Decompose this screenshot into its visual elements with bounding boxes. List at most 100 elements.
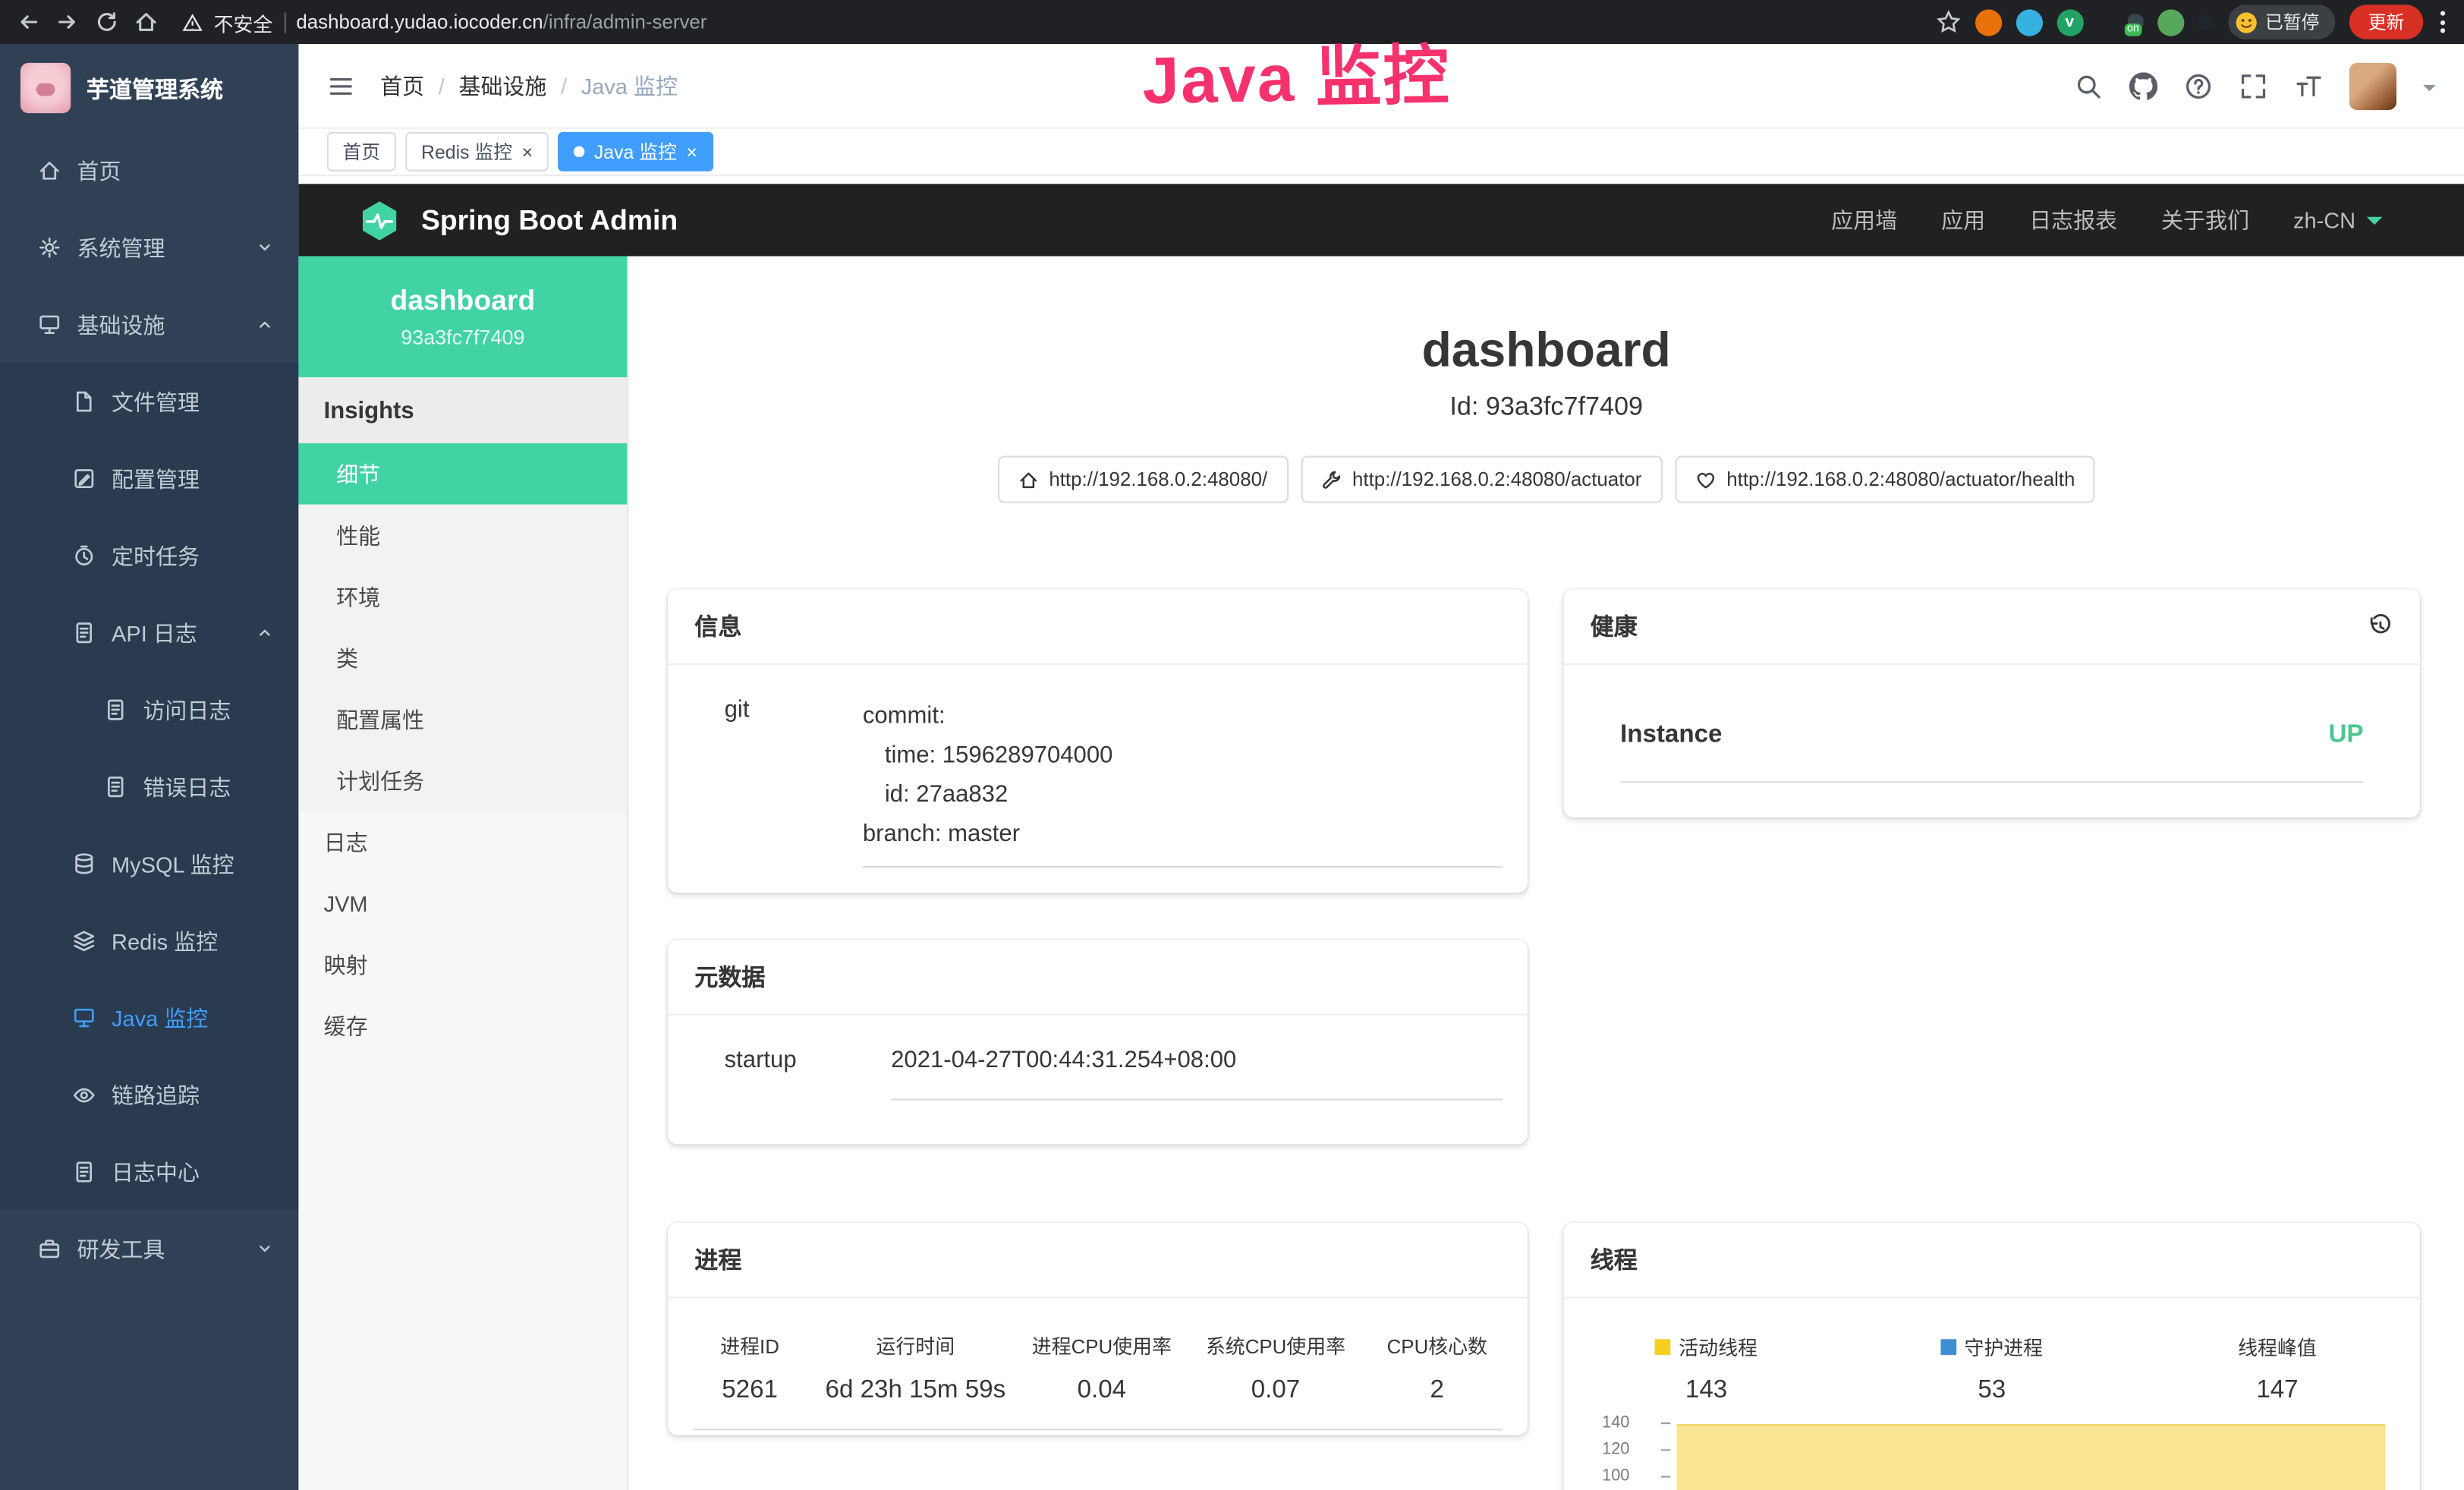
tab-java-monitor[interactable]: Java 监控 × [558, 132, 713, 172]
not-secure-label: 不安全 [214, 7, 273, 36]
breadcrumb-current: Java 监控 [581, 70, 678, 101]
github-icon[interactable] [2129, 71, 2157, 99]
sidebar-item-access-logs[interactable]: 访问日志 [0, 671, 298, 748]
browser-home-icon[interactable] [134, 9, 159, 34]
layers-icon [72, 929, 96, 953]
live-threads-area [1677, 1424, 2386, 1490]
sba-nav-details[interactable]: 细节 [298, 443, 627, 505]
refresh-icon[interactable] [94, 9, 119, 34]
spring-boot-admin-frame: Spring Boot Admin 应用墙 应用 日志报表 关于我们 zh-CN [298, 176, 2464, 1490]
header-actions [2074, 62, 2435, 109]
app-logo-title: 芋道管理系统 [87, 71, 223, 104]
sba-nav-metrics[interactable]: 性能 [298, 505, 627, 566]
chevron-up-icon [256, 316, 274, 333]
service-url-chip[interactable]: http://192.168.0.2:48080/ [997, 456, 1288, 503]
metadata-card: 元数据 startup 2021-04-27T00:44:31.254+08:0… [668, 940, 1528, 1144]
menu-label: 定时任务 [112, 540, 200, 571]
sidebar-item-api-logs[interactable]: API 日志 [0, 594, 298, 671]
search-icon[interactable] [2074, 71, 2102, 99]
infrastructure-icon [38, 313, 61, 336]
sba-nav-applications[interactable]: 应用 [1941, 204, 1985, 235]
threads-legend: 活动线程 143 守护进程 53 [1563, 1298, 2420, 1405]
health-url-chip[interactable]: http://192.168.0.2:48080/actuator/health [1675, 456, 2095, 503]
sba-nav-journal[interactable]: 日志报表 [2029, 204, 2117, 235]
sba-nav-config-props[interactable]: 配置属性 [298, 688, 627, 750]
sba-body: dashboard 93a3fc7f7409 Insights 细节 性能 环境… [298, 257, 2464, 1490]
paused-extension-badge[interactable]: 已暂停 [2227, 5, 2335, 39]
sidebar-item-infrastructure[interactable]: 基础设施 [0, 286, 298, 363]
sba-nav-wallboard[interactable]: 应用墙 [1831, 204, 1897, 235]
y-tick-140: 140 [1563, 1413, 1629, 1432]
close-icon[interactable]: × [522, 142, 533, 161]
sba-nav-caches[interactable]: 缓存 [298, 995, 627, 1057]
sba-brand-title: Spring Boot Admin [421, 203, 678, 236]
sidebar-item-java-monitor[interactable]: Java 监控 [0, 979, 298, 1056]
sidebar-item-mysql-monitor[interactable]: MySQL 监控 [0, 825, 298, 902]
extension-icon-3[interactable]: v [2056, 8, 2083, 35]
user-menu-caret-icon[interactable] [2423, 84, 2436, 97]
sba-nav-mappings[interactable]: 映射 [298, 934, 627, 995]
extension-icon-2[interactable] [2016, 8, 2042, 35]
extension-icon-4[interactable] [2097, 14, 2113, 30]
breadcrumb-home[interactable]: 首页 [380, 70, 424, 101]
status-badge: UP [2328, 721, 2363, 749]
sidebar-item-redis-monitor[interactable]: Redis 监控 [0, 903, 298, 979]
menu-label: 链路追踪 [112, 1079, 200, 1110]
error-log-icon [104, 775, 127, 799]
sba-nav-logs[interactable]: 日志 [298, 811, 627, 873]
sba-nav-jvm[interactable]: JVM [298, 872, 627, 934]
browser-menu-icon[interactable] [2440, 11, 2445, 33]
info-card-title: 信息 [668, 590, 1528, 665]
forward-icon[interactable] [55, 9, 80, 34]
menu-label: 文件管理 [112, 386, 200, 417]
gear-icon [38, 236, 61, 260]
sidebar-item-dev-tools[interactable]: 研发工具 [0, 1211, 298, 1287]
legend-live-threads: 活动线程 143 [1563, 1331, 1849, 1405]
extension-icon-5[interactable]: on [2127, 14, 2143, 30]
sidebar-item-trace[interactable]: 链路追踪 [0, 1057, 298, 1133]
menu-label: 研发工具 [77, 1233, 165, 1265]
breadcrumb-infrastructure[interactable]: 基础设施 [458, 70, 546, 101]
sba-section-insights[interactable]: Insights [298, 377, 627, 443]
sidebar-item-error-logs[interactable]: 错误日志 [0, 748, 298, 825]
breadcrumb-separator: / [439, 73, 445, 98]
menu-label: 错误日志 [143, 771, 231, 802]
app-frame: 芋道管理系统 首页 系统管理 基础设施 [0, 44, 2464, 1490]
browser-update-button[interactable]: 更新 [2349, 5, 2423, 39]
address-bar[interactable]: 不安全 dashboard.yudao.iocoder.cn/infra/adm… [182, 7, 706, 36]
back-icon[interactable] [16, 9, 41, 34]
health-instance-row: Instance UP [1620, 721, 2363, 783]
timer-icon [72, 543, 96, 567]
sidebar-item-config-management[interactable]: 配置管理 [0, 440, 298, 517]
app-logo-avatar [20, 63, 71, 113]
tab-redis-monitor[interactable]: Redis 监控 × [405, 132, 549, 172]
sidebar-item-file-management[interactable]: 文件管理 [0, 363, 298, 439]
language-selector[interactable]: zh-CN [2293, 207, 2382, 232]
chevron-up-icon [256, 624, 274, 641]
fullscreen-icon[interactable] [2239, 71, 2267, 99]
extension-icon-1[interactable] [1975, 8, 2001, 35]
tab-home[interactable]: 首页 [327, 132, 396, 172]
bookmark-star-icon[interactable] [1935, 9, 1960, 34]
extension-icon-6[interactable] [2157, 8, 2183, 35]
sidebar-item-system-management[interactable]: 系统管理 [0, 209, 298, 285]
sidebar-item-scheduled-tasks[interactable]: 定时任务 [0, 517, 298, 594]
user-avatar[interactable] [2349, 62, 2396, 109]
sidebar-item-home[interactable]: 首页 [0, 132, 298, 209]
y-tick-120: 120 [1563, 1440, 1629, 1459]
close-icon[interactable]: × [686, 142, 697, 161]
url-path: /infra/admin-server [543, 11, 707, 33]
sba-nav-environment[interactable]: 环境 [298, 565, 627, 627]
actuator-url-chip[interactable]: http://192.168.0.2:48080/actuator [1301, 456, 1663, 503]
font-size-icon[interactable] [2294, 71, 2322, 99]
document-icon [72, 621, 96, 644]
help-icon[interactable] [2184, 71, 2212, 99]
sba-nav-scheduled-tasks[interactable]: 计划任务 [298, 750, 627, 811]
collapse-sidebar-icon[interactable] [327, 71, 355, 99]
sba-nav-classes[interactable]: 类 [298, 627, 627, 688]
sidebar-item-log-center[interactable]: 日志中心 [0, 1133, 298, 1210]
extension-icon-7[interactable] [2198, 14, 2214, 30]
legend-peak-threads: 线程峰值 147 [2135, 1331, 2420, 1405]
history-icon[interactable] [2367, 613, 2393, 640]
sba-nav-about[interactable]: 关于我们 [2161, 204, 2249, 235]
